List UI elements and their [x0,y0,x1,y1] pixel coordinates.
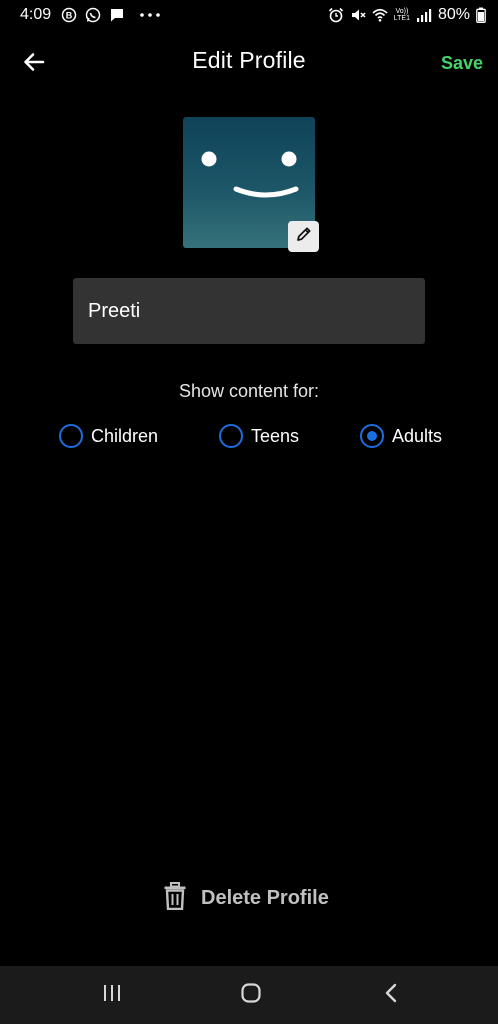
lte-label: LTE1 [393,15,410,22]
status-left: 4:09 B [20,6,161,24]
profile-name-field[interactable]: Preeti [73,278,425,344]
radio-children-circle[interactable] [59,424,83,448]
home-button[interactable] [238,981,264,1010]
back-icon [381,982,401,1009]
radio-adults-circle[interactable] [360,424,384,448]
system-nav-bar [0,966,498,1024]
whatsapp-business-icon: B [61,7,77,23]
home-icon [239,981,263,1010]
avatar-edit-button[interactable] [288,221,319,252]
alarm-icon [328,7,344,23]
edit-profile-screen: 4:09 B Vo)) LTE1 80% Edit Profile Save P… [0,0,498,1024]
status-right: Vo)) LTE1 80% [328,6,486,24]
radio-adults-label: Adults [392,425,443,446]
delete-profile-label: Delete Profile [201,886,329,909]
status-time: 4:09 [20,6,52,23]
mute-icon [350,7,366,23]
nav-back-button[interactable] [378,983,404,1007]
svg-text:B: B [66,11,73,21]
pencil-icon [295,225,313,248]
recent-apps-icon [101,983,123,1008]
top-app-bar: Edit Profile Save [0,32,498,92]
whatsapp-icon [85,7,101,23]
page-title: Edit Profile [192,47,306,73]
status-bar: 4:09 B Vo)) LTE1 80% [0,0,498,32]
volte-lte-indicator: Vo)) LTE1 [394,8,410,22]
radio-teens-label: Teens [251,425,300,446]
radio-teens[interactable]: Teens [219,423,299,449]
volte-label: Vo)) [395,8,409,15]
more-dots-icon [139,7,161,23]
delete-profile-button[interactable]: Delete Profile [163,881,329,915]
battery-icon [476,7,486,23]
message-icon [109,7,125,23]
recent-apps-button[interactable] [99,983,125,1007]
trash-icon [163,881,187,915]
battery-percent: 80% [437,6,470,23]
radio-children[interactable]: Children [59,423,158,449]
wifi-icon [372,7,388,23]
signal-icon [416,7,432,23]
save-button[interactable]: Save [441,53,483,74]
show-content-label: Show content for: [178,381,320,401]
radio-teens-circle[interactable] [219,424,243,448]
radio-children-label: Children [91,425,159,446]
radio-adults[interactable]: Adults [360,423,442,449]
